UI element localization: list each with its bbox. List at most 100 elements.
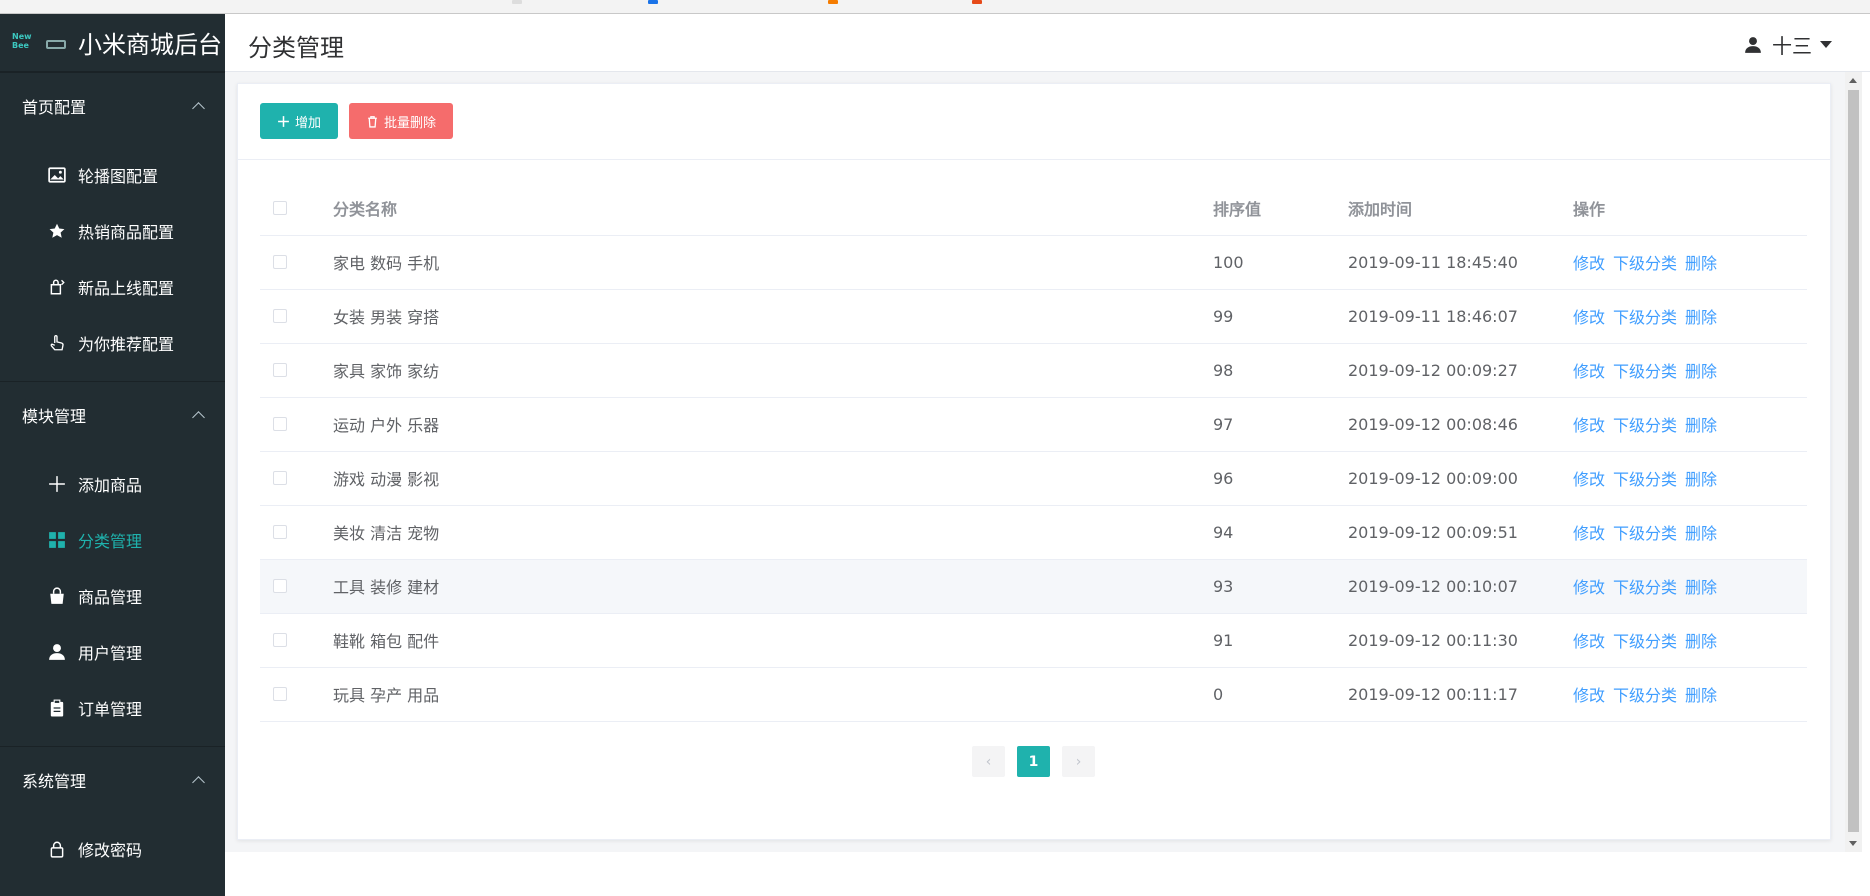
- row-checkbox[interactable]: [273, 255, 287, 269]
- sidebar-group-header[interactable]: 首页配置: [0, 73, 225, 139]
- delete-link[interactable]: 删除: [1685, 524, 1717, 543]
- sidebar-group-header[interactable]: 系统管理: [0, 747, 225, 813]
- page-1-button[interactable]: 1: [1017, 746, 1050, 777]
- table-row: 家具 家饰 家纺 98 2019-09-12 00:09:27 修改 下级分类 删除: [260, 343, 1807, 398]
- sidebar-item[interactable]: 添加商品: [0, 456, 225, 512]
- add-button[interactable]: 增加: [260, 103, 339, 139]
- user-menu[interactable]: 十三: [1744, 30, 1832, 59]
- actions-cell: 修改 下级分类 删除: [1573, 235, 1807, 290]
- user-name: 十三: [1772, 34, 1812, 58]
- sidebar-group: 系统管理 修改密码: [0, 746, 225, 887]
- subcategory-link[interactable]: 下级分类: [1613, 470, 1677, 489]
- sidebar-item-label: 热销商品配置: [78, 223, 175, 242]
- toolbar: 增加 批量删除: [238, 84, 1830, 160]
- delete-link[interactable]: 删除: [1685, 470, 1717, 489]
- delete-link[interactable]: 删除: [1685, 416, 1717, 435]
- column-header-sort: 排序值: [1213, 181, 1348, 236]
- category-name-cell: 工具 装修 建材: [333, 559, 1213, 614]
- subcategory-link[interactable]: 下级分类: [1613, 308, 1677, 327]
- sidebar: New Bee 小米商城后台 首页配置 轮播图配置 热销商品配置 新品上线配置 …: [0, 14, 225, 896]
- edit-link[interactable]: 修改: [1573, 308, 1605, 327]
- row-checkbox[interactable]: [273, 687, 287, 701]
- actions-cell: 修改 下级分类 删除: [1573, 559, 1807, 614]
- edit-link[interactable]: 修改: [1573, 524, 1605, 543]
- edit-link[interactable]: 修改: [1573, 686, 1605, 705]
- row-checkbox[interactable]: [273, 471, 287, 485]
- row-checkbox[interactable]: [273, 417, 287, 431]
- select-all-checkbox[interactable]: [273, 200, 287, 215]
- brand[interactable]: New Bee 小米商城后台: [0, 14, 225, 72]
- category-name-cell: 女装 男装 穿搭: [333, 289, 1213, 344]
- category-name-cell: 美妆 清洁 宠物: [333, 505, 1213, 560]
- sidebar-item[interactable]: 分类管理: [0, 512, 225, 568]
- edit-link[interactable]: 修改: [1573, 470, 1605, 489]
- pagination: ‹ 1 ›: [972, 746, 1107, 777]
- add-time-cell: 2019-09-12 00:09:00: [1348, 451, 1573, 506]
- image-icon: [48, 166, 66, 184]
- table-row: 玩具 孕产 用品 0 2019-09-12 00:11:17 修改 下级分类 删除: [260, 667, 1807, 722]
- scroll-down-arrow-icon[interactable]: [1849, 841, 1857, 846]
- delete-link[interactable]: 删除: [1685, 578, 1717, 597]
- edit-link[interactable]: 修改: [1573, 254, 1605, 273]
- sidebar-item[interactable]: 订单管理: [0, 680, 225, 736]
- user-icon: [1745, 36, 1761, 53]
- add-time-cell: 2019-09-11 18:45:40: [1348, 235, 1573, 290]
- sidebar-group-header[interactable]: 模块管理: [0, 382, 225, 448]
- subcategory-link[interactable]: 下级分类: [1613, 362, 1677, 381]
- delete-link[interactable]: 删除: [1685, 308, 1717, 327]
- sidebar-item[interactable]: 新品上线配置: [0, 259, 225, 315]
- sidebar-group: 首页配置 轮播图配置 热销商品配置 新品上线配置 为你推荐配置: [0, 72, 225, 381]
- edit-link[interactable]: 修改: [1573, 632, 1605, 651]
- row-checkbox[interactable]: [273, 525, 287, 539]
- sidebar-item[interactable]: 商品管理: [0, 568, 225, 624]
- clipboard-icon: [48, 699, 66, 717]
- category-name-cell: 鞋靴 箱包 配件: [333, 613, 1213, 668]
- sidebar-item[interactable]: 轮播图配置: [0, 147, 225, 203]
- edit-link[interactable]: 修改: [1573, 362, 1605, 381]
- delete-link[interactable]: 删除: [1685, 254, 1717, 273]
- actions-cell: 修改 下级分类 删除: [1573, 289, 1807, 344]
- subcategory-link[interactable]: 下级分类: [1613, 524, 1677, 543]
- sidebar-item[interactable]: 为你推荐配置: [0, 315, 225, 371]
- scroll-up-arrow-icon[interactable]: [1849, 78, 1857, 83]
- subcategory-link[interactable]: 下级分类: [1613, 416, 1677, 435]
- lock-icon: [48, 840, 66, 858]
- actions-cell: 修改 下级分类 删除: [1573, 613, 1807, 668]
- table-row: 游戏 动漫 影视 96 2019-09-12 00:09:00 修改 下级分类 删除: [260, 451, 1807, 506]
- sidebar-item[interactable]: 热销商品配置: [0, 203, 225, 259]
- edit-link[interactable]: 修改: [1573, 416, 1605, 435]
- subcategory-link[interactable]: 下级分类: [1613, 254, 1677, 273]
- sidebar-item[interactable]: 用户管理: [0, 624, 225, 680]
- subcategory-link[interactable]: 下级分类: [1613, 578, 1677, 597]
- sidebar-item[interactable]: 修改密码: [0, 821, 225, 877]
- next-page-button[interactable]: ›: [1062, 746, 1095, 777]
- table-row: 鞋靴 箱包 配件 91 2019-09-12 00:11:30 修改 下级分类 删除: [260, 613, 1807, 668]
- subcategory-link[interactable]: 下级分类: [1613, 686, 1677, 705]
- actions-cell: 修改 下级分类 删除: [1573, 397, 1807, 452]
- top-header: 分类管理 十三: [225, 14, 1870, 72]
- scrollbar-thumb[interactable]: [1848, 90, 1859, 832]
- row-checkbox[interactable]: [273, 633, 287, 647]
- sort-value-cell: 97: [1213, 397, 1348, 452]
- trash-icon: [368, 115, 377, 128]
- delete-link[interactable]: 删除: [1685, 362, 1717, 381]
- sidebar-item-label: 订单管理: [78, 700, 143, 719]
- sort-value-cell: 93: [1213, 559, 1348, 614]
- batch-delete-button[interactable]: 批量删除: [349, 103, 454, 139]
- row-checkbox[interactable]: [273, 309, 287, 323]
- row-checkbox[interactable]: [273, 579, 287, 593]
- delete-link[interactable]: 删除: [1685, 686, 1717, 705]
- delete-link[interactable]: 删除: [1685, 632, 1717, 651]
- page-scrollbar[interactable]: [1845, 72, 1862, 852]
- sidebar-item-label: 用户管理: [78, 644, 143, 663]
- add-time-cell: 2019-09-12 00:10:07: [1348, 559, 1573, 614]
- subcategory-link[interactable]: 下级分类: [1613, 632, 1677, 651]
- column-header-actions: 操作: [1573, 181, 1807, 236]
- prev-page-button[interactable]: ‹: [972, 746, 1005, 777]
- edit-link[interactable]: 修改: [1573, 578, 1605, 597]
- category-name-cell: 家具 家饰 家纺: [333, 343, 1213, 398]
- newbee-logo-icon: New Bee: [12, 32, 68, 54]
- row-checkbox[interactable]: [273, 363, 287, 377]
- chevron-up-icon: [192, 775, 205, 789]
- sort-value-cell: 100: [1213, 235, 1348, 290]
